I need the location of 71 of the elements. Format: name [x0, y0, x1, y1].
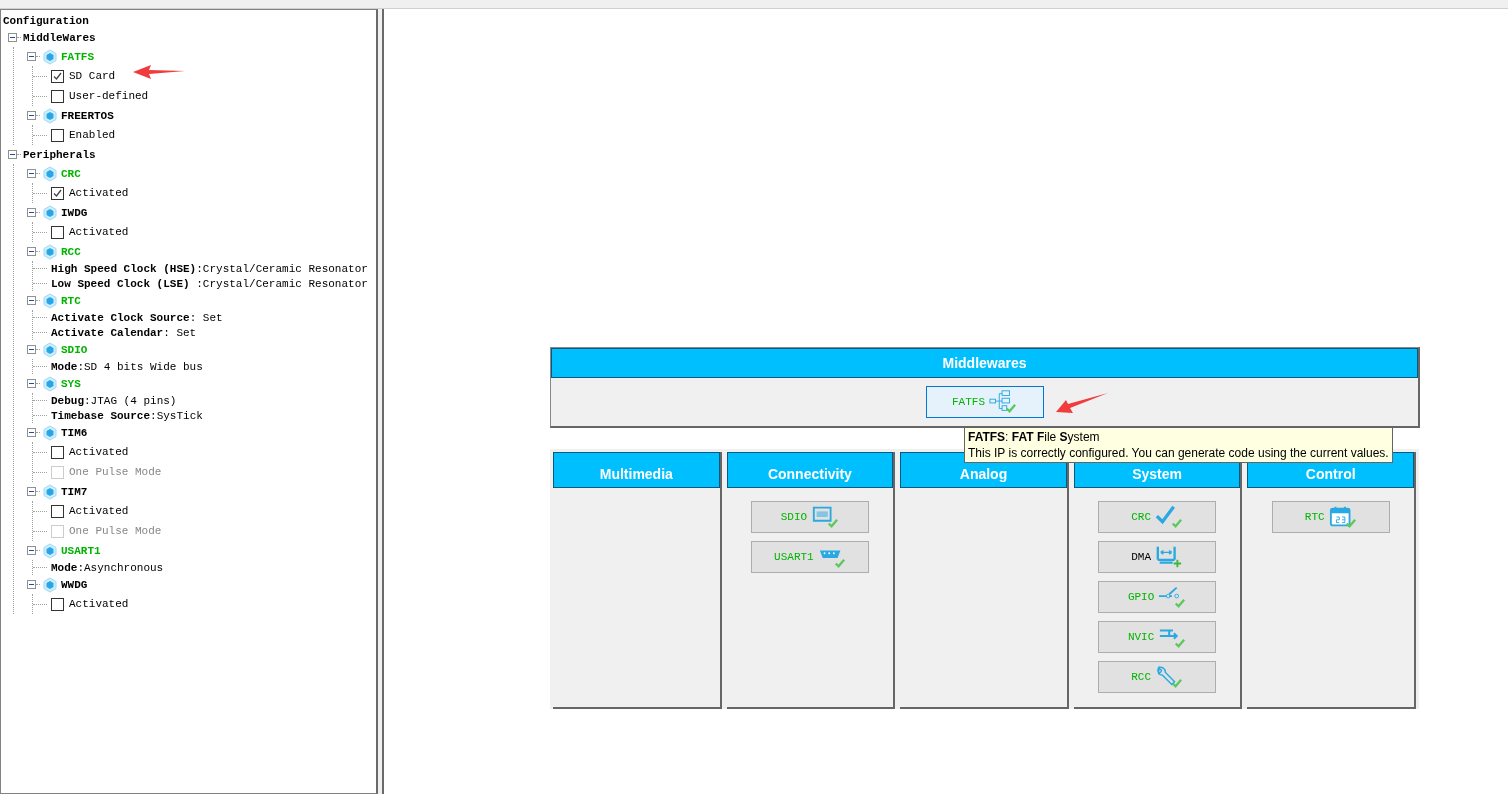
checkbox-label[interactable]: Activated	[69, 598, 129, 610]
checkbox[interactable]	[51, 186, 64, 200]
tree-category[interactable]: Peripherals	[23, 148, 96, 161]
cube-icon	[42, 292, 58, 309]
ip-name[interactable]: TIM7	[61, 485, 88, 498]
property-text: Low Speed Clock (LSE) :Crystal/Ceramic Resonator	[51, 277, 368, 290]
collapse-icon[interactable]	[27, 379, 36, 388]
collapse-icon[interactable]	[27, 247, 36, 256]
cube-icon	[42, 542, 58, 559]
hierarchy-icon	[989, 389, 1017, 415]
category-header: Multimedia	[553, 452, 720, 488]
transfer-icon	[1155, 544, 1183, 570]
property-text: Activate Clock Source: Set	[51, 311, 223, 324]
sd-card-icon	[811, 504, 840, 530]
checkbox[interactable]	[51, 504, 64, 518]
property-text: Mode:Asynchronous	[51, 561, 164, 574]
ip-name[interactable]: IWDG	[61, 206, 88, 219]
calendar-icon	[1328, 504, 1357, 530]
checkbox[interactable]	[51, 225, 64, 239]
checkbox[interactable]	[51, 69, 64, 83]
panel-header: Middlewares	[551, 348, 1418, 378]
cube-icon	[42, 375, 58, 392]
switch-icon	[1158, 584, 1187, 610]
cube-icon	[42, 341, 58, 358]
checkbox-label[interactable]: User-defined	[69, 90, 149, 102]
collapse-icon[interactable]	[27, 428, 36, 437]
checkbox[interactable]	[51, 128, 64, 142]
collapse-icon[interactable]	[27, 487, 36, 496]
checkbox-label[interactable]: SD Card	[69, 70, 116, 82]
collapse-icon[interactable]	[27, 546, 36, 555]
ip-button[interactable]: DMA	[1098, 541, 1217, 573]
tree-root[interactable]: Configuration	[3, 14, 89, 27]
property-text: Mode:SD 4 bits Wide bus	[51, 360, 203, 373]
collapse-icon[interactable]	[27, 111, 36, 120]
checkbox[interactable]	[51, 89, 64, 103]
ip-name[interactable]: FREERTOS	[61, 109, 114, 122]
collapse-icon[interactable]	[27, 169, 36, 178]
collapse-icon[interactable]	[8, 150, 17, 159]
property-text: High Speed Clock (HSE):Crystal/Ceramic Resonator	[51, 262, 368, 275]
cube-icon	[42, 483, 58, 500]
collapse-icon[interactable]	[8, 33, 17, 42]
checkmark-icon	[1155, 504, 1183, 530]
checkbox-label[interactable]: Enabled	[69, 129, 116, 141]
collapse-icon[interactable]	[27, 52, 36, 61]
cube-icon	[42, 107, 58, 124]
tooltip-title: FATFS: FAT File System	[968, 429, 1101, 445]
arrow-annotation	[1056, 392, 1108, 416]
wrench-icon	[1155, 664, 1183, 690]
cube-icon	[42, 243, 58, 260]
cube-icon	[42, 424, 58, 441]
checkbox-label[interactable]: Activated	[69, 505, 129, 517]
property-text: Debug:JTAG (4 pins)	[51, 394, 177, 407]
tree-category[interactable]: MiddleWares	[23, 31, 96, 44]
cube-icon	[42, 204, 58, 221]
ip-name[interactable]: TIM6	[61, 426, 88, 439]
checkbox-label[interactable]: Activated	[69, 446, 129, 458]
collapse-icon[interactable]	[27, 208, 36, 217]
property-text: Activate Calendar: Set	[51, 326, 197, 339]
collapse-icon[interactable]	[27, 345, 36, 354]
property-text: Timebase Source:SysTick	[51, 409, 203, 422]
checkbox-label[interactable]: Activated	[69, 226, 129, 238]
checkbox-label[interactable]: Activated	[69, 187, 129, 199]
cube-icon	[42, 48, 58, 65]
checkbox[interactable]	[51, 597, 64, 611]
ip-name[interactable]: WWDG	[61, 578, 88, 591]
cube-icon	[42, 165, 58, 182]
checkbox[interactable]	[51, 445, 64, 459]
category-header: Connectivity	[726, 452, 894, 488]
collapse-icon[interactable]	[27, 296, 36, 305]
collapse-icon[interactable]	[27, 580, 36, 589]
cube-icon	[42, 576, 58, 593]
